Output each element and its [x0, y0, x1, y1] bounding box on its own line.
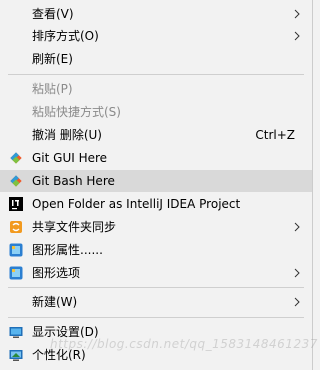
chevron-right-icon — [294, 31, 300, 41]
menu-item-graphics-properties[interactable]: 图形属性...... — [0, 239, 312, 261]
menu-item-open-intellij[interactable]: Open Folder as IntelliJ IDEA Project — [0, 193, 312, 215]
menu-separator — [8, 317, 304, 318]
menu-item-label: 粘贴快捷方式(S) — [32, 105, 121, 119]
menu-separator — [8, 74, 304, 75]
intel-graphics-icon — [9, 266, 23, 280]
menu-item-label: 排序方式(O) — [32, 29, 99, 43]
menu-item-git-gui[interactable]: Git GUI Here — [0, 147, 312, 169]
menu-item-sort[interactable]: 排序方式(O) — [0, 25, 312, 47]
sync-folder-icon — [10, 221, 22, 233]
git-icon — [10, 152, 22, 164]
menu-item-refresh[interactable]: 刷新(E) — [0, 48, 312, 70]
menu-item-view[interactable]: 查看(V) — [0, 3, 312, 25]
desktop-context-menu: 查看(V) 排序方式(O) 刷新(E) 粘贴(P) 粘贴快捷方式(S) 撤消 删… — [0, 0, 317, 370]
menu-item-new[interactable]: 新建(W) — [0, 291, 312, 313]
menu-item-label: Git Bash Here — [32, 174, 115, 188]
menu-item-label: 图形选项 — [32, 266, 81, 280]
menu-item-label: 新建(W) — [32, 295, 78, 309]
menu-item-paste-shortcut: 粘贴快捷方式(S) — [0, 101, 312, 123]
menu-item-label: 查看(V) — [32, 7, 74, 21]
git-icon — [10, 175, 22, 187]
menu-item-git-bash[interactable]: Git Bash Here — [0, 170, 312, 192]
display-icon — [9, 327, 23, 338]
watermark-text: https://blog.csdn.net/qq_1583148461237 — [50, 337, 318, 351]
intel-graphics-icon — [9, 243, 23, 257]
menu-item-undo-delete[interactable]: 撤消 删除(U) Ctrl+Z — [0, 124, 312, 146]
menu-item-label: Open Folder as IntelliJ IDEA Project — [32, 197, 241, 211]
menu-item-paste: 粘贴(P) — [0, 78, 312, 100]
chevron-right-icon — [294, 9, 300, 19]
menu-item-label: 共享文件夹同步 — [32, 220, 117, 234]
personalize-icon — [9, 350, 23, 361]
chevron-right-icon — [294, 268, 300, 278]
chevron-right-icon — [294, 297, 300, 307]
intellij-icon — [9, 197, 23, 211]
menu-item-shortcut: Ctrl+Z — [255, 128, 295, 142]
menu-item-share-sync[interactable]: 共享文件夹同步 — [0, 216, 312, 238]
chevron-right-icon — [294, 222, 300, 232]
menu-item-graphics-options[interactable]: 图形选项 — [0, 262, 312, 284]
menu-item-label: 图形属性...... — [32, 243, 103, 257]
menu-separator — [8, 287, 304, 288]
menu-item-label: Git GUI Here — [32, 151, 108, 165]
menu-item-label: 撤消 删除(U) — [32, 128, 102, 142]
menu-item-label: 刷新(E) — [32, 52, 73, 66]
menu-item-label: 粘贴(P) — [32, 82, 73, 96]
